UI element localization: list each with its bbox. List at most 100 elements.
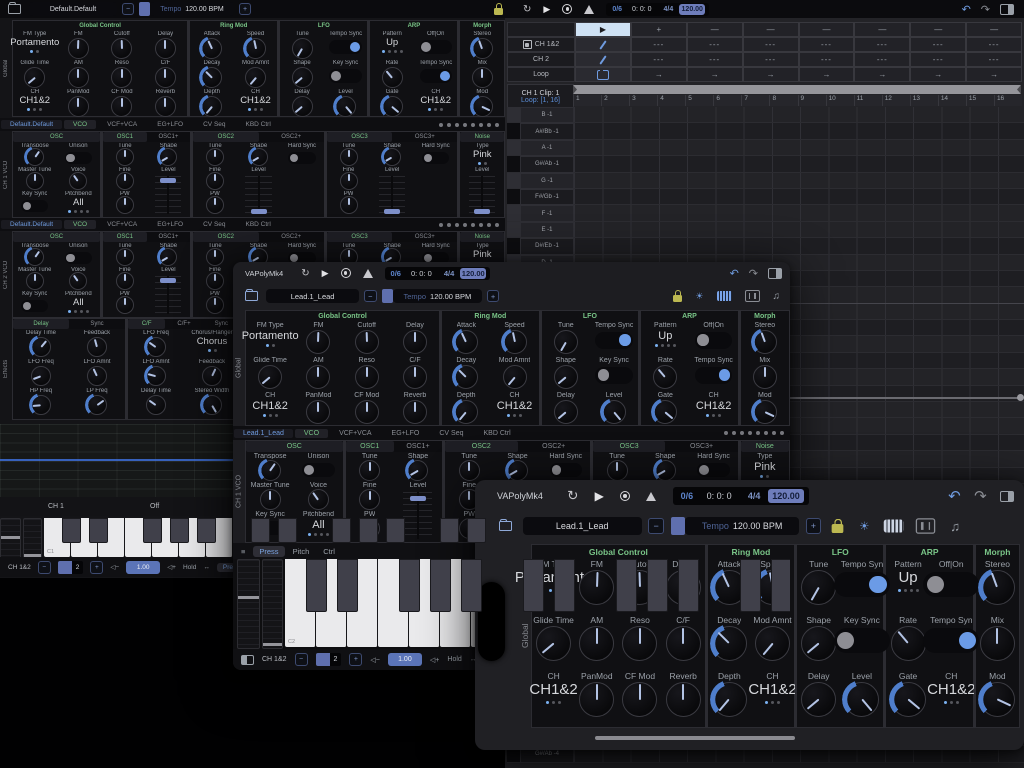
velocity-value[interactable]: 1.00	[126, 560, 161, 574]
mod-knob[interactable]	[979, 682, 1015, 717]
level-knob[interactable]	[844, 682, 880, 717]
play-icon[interactable]: ▶	[543, 4, 550, 15]
pitchbend-value[interactable]: All	[312, 519, 324, 531]
tab-kbd-ctrl[interactable]: KBD Ctrl	[237, 120, 280, 129]
rate-knob[interactable]	[653, 365, 678, 389]
menu-icon[interactable]: ≡	[241, 547, 245, 556]
play-icon[interactable]: ▶	[322, 268, 329, 279]
panel-toggle-icon[interactable]	[241, 654, 254, 665]
matrix-cell-dash[interactable]: —	[910, 22, 967, 37]
lp-freq-knob[interactable]	[87, 395, 107, 415]
stereo-width-knob[interactable]	[202, 395, 222, 415]
chorus-flanger-value[interactable]: Chorus	[197, 336, 228, 347]
mod-mode-label[interactable]: Off	[150, 503, 159, 510]
type-value[interactable]: Pink	[754, 461, 775, 473]
feedback-knob[interactable]	[87, 337, 107, 357]
lfo-amnt-knob[interactable]	[146, 366, 166, 386]
matrix-cell-arrow[interactable]: →	[910, 67, 967, 82]
cf-mod-knob[interactable]	[354, 400, 379, 424]
transpose-knob[interactable]	[25, 248, 44, 266]
voice-knob[interactable]	[69, 272, 88, 290]
pw-knob[interactable]	[339, 196, 358, 214]
keyboard-icon[interactable]	[716, 291, 732, 301]
position-counter[interactable]: 0/6	[612, 6, 622, 13]
level-knob[interactable]	[335, 96, 357, 117]
tab-vco[interactable]: VCO	[64, 220, 97, 229]
gate-knob[interactable]	[890, 682, 926, 717]
tune-knob[interactable]	[205, 148, 224, 166]
tab-osc3[interactable]: OSC3+	[665, 441, 737, 452]
tab-osc1[interactable]: OSC1+	[147, 132, 191, 142]
pw-knob[interactable]	[115, 196, 134, 214]
matrix-cell-arrow[interactable]: →	[966, 67, 1022, 82]
bpm-counter[interactable]: 120.00	[679, 3, 706, 15]
octave-value[interactable]: 2	[57, 560, 84, 574]
matrix-cell-arrow[interactable]: →	[630, 67, 687, 82]
pitchbend-value[interactable]: All	[73, 297, 84, 308]
reverb-knob[interactable]	[402, 400, 427, 424]
keyboard-icon[interactable]	[884, 519, 904, 533]
matrix-cell-dots[interactable]: ---	[742, 52, 799, 67]
matrix-cell-dots[interactable]: ---	[910, 52, 967, 67]
pitchbend-value[interactable]: All	[73, 197, 84, 208]
mod-wheel[interactable]	[23, 518, 42, 559]
speed-knob[interactable]	[245, 38, 266, 59]
folder-icon[interactable]	[8, 2, 21, 14]
ch-value[interactable]: CH1&2	[497, 400, 532, 412]
tab-osc3[interactable]: OSC3	[326, 132, 393, 142]
tab-cv-seq[interactable]: CV Seq	[430, 429, 472, 438]
tab-vcf-vca[interactable]: VCF+VCA	[98, 220, 146, 229]
black-key[interactable]	[337, 559, 359, 613]
note-row-b-1[interactable]: B -1	[507, 107, 1024, 124]
tab-default-default[interactable]: Default.Default	[1, 220, 62, 229]
tune-knob[interactable]	[801, 570, 837, 605]
black-key[interactable]	[430, 559, 452, 613]
black-key[interactable]	[278, 518, 298, 543]
undo-icon[interactable]: ↶	[962, 3, 971, 16]
matrix-cell-arrow[interactable]: →	[798, 67, 855, 82]
pattern-value[interactable]: Up	[898, 569, 917, 587]
tab-cv-seq[interactable]: CV Seq	[194, 220, 234, 229]
stereo-knob[interactable]	[979, 570, 1015, 605]
notes-icon[interactable]: ♫	[950, 519, 960, 534]
folder-icon[interactable]	[499, 519, 512, 531]
black-key[interactable]	[771, 559, 790, 613]
glide-time-knob[interactable]	[24, 67, 46, 88]
attack-knob[interactable]	[201, 38, 223, 59]
glide-time-knob[interactable]	[258, 365, 283, 389]
note-row-f-1[interactable]: F -1	[507, 205, 1024, 222]
fm-knob[interactable]	[579, 570, 615, 605]
mix-knob[interactable]	[979, 626, 1015, 661]
shape-knob[interactable]	[654, 460, 676, 481]
black-key[interactable]	[306, 559, 328, 613]
mix-knob[interactable]	[471, 67, 493, 88]
velocity-up-icon[interactable]: ◁+	[430, 656, 439, 664]
tab-osc[interactable]: OSC	[13, 132, 101, 142]
bpm-counter[interactable]: 120.00	[768, 488, 804, 504]
octave-down-button[interactable]: −	[37, 560, 51, 574]
matrix-cell-slash[interactable]	[575, 37, 631, 52]
am-knob[interactable]	[67, 67, 89, 88]
pattern-value[interactable]: Up	[386, 37, 398, 48]
unison-toggle[interactable]	[64, 152, 92, 164]
tune-knob[interactable]	[359, 460, 381, 481]
redo-icon[interactable]: ↷	[974, 487, 986, 505]
tempo-box[interactable]: Tempo 120.00 BPM	[150, 2, 234, 16]
tab-osc2[interactable]: OSC2	[193, 132, 259, 142]
unison-toggle[interactable]	[302, 463, 335, 478]
matrix-cell-dots[interactable]: ---	[686, 37, 743, 52]
hard-sync-toggle[interactable]	[549, 463, 582, 478]
tune-knob[interactable]	[458, 460, 480, 481]
tab-eg-lfo[interactable]: EG+LFO	[148, 220, 192, 229]
preset-minus-button[interactable]: −	[648, 518, 664, 534]
shape-knob[interactable]	[553, 365, 578, 389]
transpose-knob[interactable]	[25, 148, 44, 166]
preset-name[interactable]: Default.Default	[29, 2, 117, 16]
tab-osc1[interactable]: OSC1	[103, 132, 147, 142]
tab-osc[interactable]: OSC	[246, 441, 343, 452]
loop-icon[interactable]: ↻	[567, 488, 578, 504]
level-slider[interactable]	[379, 176, 406, 214]
press-mode-tab[interactable]: Press	[253, 545, 285, 557]
fine-knob[interactable]	[115, 172, 134, 190]
tempo-sync-toggle[interactable]	[694, 367, 733, 384]
